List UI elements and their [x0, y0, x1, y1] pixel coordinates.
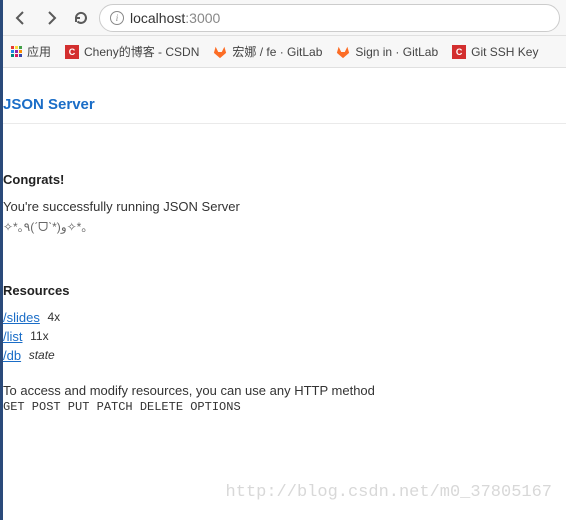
http-methods: GET POST PUT PATCH DELETE OPTIONS: [3, 400, 566, 414]
back-button[interactable]: [9, 6, 33, 30]
gitlab-icon: [213, 45, 227, 59]
resource-link-list[interactable]: /list: [3, 329, 23, 344]
csdn-icon: C: [65, 45, 79, 59]
forward-button[interactable]: [39, 6, 63, 30]
congrats-heading: Congrats!: [3, 172, 566, 187]
apps-label: 应用: [27, 43, 51, 60]
resource-row: /list 11x: [3, 329, 566, 344]
info-icon[interactable]: i: [110, 11, 124, 25]
bookmark-label: 宏娜 / fe · GitLab: [232, 43, 322, 60]
bookmark-label: Git SSH Key: [471, 45, 538, 59]
resource-count: state: [29, 348, 55, 362]
resource-count: 4x: [47, 310, 60, 324]
resource-link-slides[interactable]: /slides: [3, 310, 40, 325]
resource-row: /db state: [3, 348, 566, 363]
bookmarks-bar: 应用 C Cheny的博客 - CSDN 宏娜 / fe · GitLab Si…: [3, 36, 566, 68]
resource-row: /slides 4x: [3, 310, 566, 325]
watermark: http://blog.csdn.net/m0_37805167: [226, 483, 552, 502]
resource-link-db[interactable]: /db: [3, 348, 21, 363]
bookmark-item-git-ssh[interactable]: C Git SSH Key: [452, 45, 538, 59]
bookmark-label: Cheny的博客 - CSDN: [84, 43, 199, 60]
browser-toolbar: i localhost:3000: [3, 0, 566, 36]
url-text: localhost:3000: [130, 10, 220, 26]
bookmark-item-gitlab-signin[interactable]: Sign in · GitLab: [336, 45, 438, 59]
reload-button[interactable]: [69, 6, 93, 30]
csdn-icon: C: [452, 45, 466, 59]
bookmark-label: Sign in · GitLab: [355, 45, 438, 59]
bookmark-item-csdn[interactable]: C Cheny的博客 - CSDN: [65, 43, 199, 60]
congrats-message: You're successfully running JSON Server: [3, 199, 566, 214]
apps-button[interactable]: 应用: [11, 43, 51, 60]
page-content: JSON Server Congrats! You're successfull…: [3, 68, 566, 414]
gitlab-icon: [336, 45, 350, 59]
page-title: JSON Server: [3, 68, 566, 124]
kaomoji: ✧*｡٩(ˊᗜˋ*)و✧*｡: [3, 218, 566, 235]
apps-icon: [11, 46, 22, 57]
resources-heading: Resources: [3, 283, 566, 298]
resource-count: 11x: [30, 329, 48, 343]
address-bar[interactable]: i localhost:3000: [99, 4, 560, 32]
bookmark-item-gitlab-fe[interactable]: 宏娜 / fe · GitLab: [213, 43, 322, 60]
access-note: To access and modify resources, you can …: [3, 383, 566, 398]
